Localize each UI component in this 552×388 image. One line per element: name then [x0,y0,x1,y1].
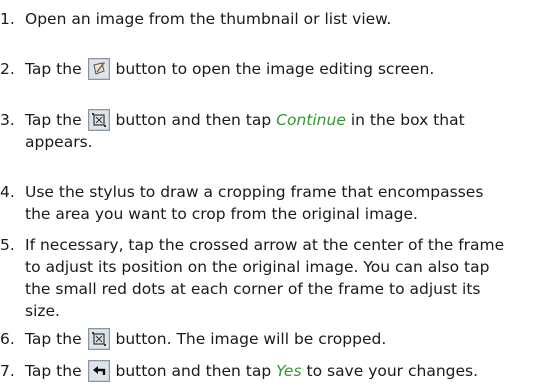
step-text-before: Tap the [25,111,82,129]
step-text-before: Tap the [25,362,82,380]
crop-button-icon [87,328,110,350]
step-text: Open an image from the thumbnail or list… [25,8,552,30]
step-number: 3. [0,111,15,129]
step-text-after: button and then tap [115,111,272,129]
step-text-line: Open an image from the thumbnail or list… [25,10,392,28]
step-text: Tap the button and then tap Yes to save … [25,360,552,382]
step-text-line: the small red dots at each corner of the… [25,280,481,298]
step-text-before: Tap the [25,330,82,348]
step-number: 5. [0,236,15,254]
step-text: Use the stylus to draw a cropping frame … [25,181,552,225]
step-text-after: button to open the image editing screen. [115,60,435,78]
step-number: 7. [0,362,15,380]
step-text-line: size. [25,302,60,320]
step-text: If necessary, tap the crossed arrow at t… [25,234,552,322]
edit-button-icon [87,58,110,80]
step-text-line: appears. [25,133,93,151]
step-text-after: button and then tap [115,362,272,380]
step-number: 4. [0,183,15,201]
step-text-line: Tap the button and then tap Continue in … [25,109,552,131]
step-number: 2. [0,60,15,78]
step-text: Tap the button and then tap Continue in … [25,109,552,153]
step-text-after: in the box that [350,111,465,129]
back-arrow-button-icon [87,360,110,382]
step-text-line: Use the stylus to draw a cropping frame … [25,183,484,201]
step-number: 1. [0,10,15,28]
step-text: Tap the button to open the image editing… [25,58,552,80]
step-number: 6. [0,330,15,348]
step-text-after: button. The image will be cropped. [115,330,387,348]
crop-button-icon [87,109,110,131]
step-text: Tap the button. The image will be croppe… [25,328,552,350]
step-text-line: If necessary, tap the crossed arrow at t… [25,236,505,254]
step-text-after: to save your changes. [306,362,479,380]
continue-link: Continue [276,111,346,129]
yes-link: Yes [276,362,302,380]
step-text-line: the area you want to crop from the origi… [25,205,418,223]
step-text-before: Tap the [25,60,82,78]
step-text-line: to adjust its position on the original i… [25,258,490,276]
